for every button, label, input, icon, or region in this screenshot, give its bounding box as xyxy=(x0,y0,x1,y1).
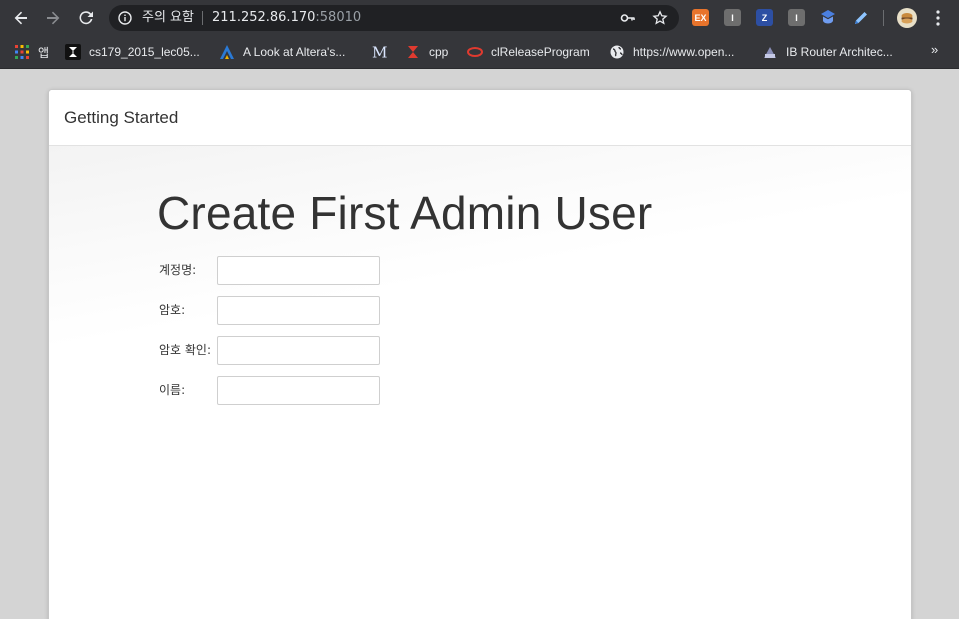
panel-title: Getting Started xyxy=(64,108,179,127)
bookmark-ib-router[interactable]: IB Router Architec... xyxy=(762,43,893,61)
password-row: 암호: xyxy=(159,296,419,326)
ib-router-favicon-icon xyxy=(762,44,778,60)
browser-toolbar: 주의 요함 211.252.86.170:58010 EX I Z I xyxy=(0,0,959,36)
bookmarks-overflow-button[interactable]: » xyxy=(931,42,938,57)
i-extension-icon[interactable]: I xyxy=(724,9,741,26)
bookmark-label: clReleaseProgram xyxy=(491,45,590,59)
confirm-password-row: 암호 확인: xyxy=(159,336,419,366)
bookmark-label: cs179_2015_lec05... xyxy=(89,45,200,59)
apps-grid-icon xyxy=(14,44,30,60)
page-heading: Create First Admin User xyxy=(157,187,653,239)
globe-icon xyxy=(609,44,625,60)
back-button[interactable] xyxy=(9,6,33,30)
i-extension-2-icon[interactable]: I xyxy=(788,9,805,26)
setup-panel: Getting Started Create First Admin User … xyxy=(48,89,912,619)
fullname-input[interactable] xyxy=(217,376,380,405)
info-icon[interactable] xyxy=(118,11,132,25)
forward-button[interactable] xyxy=(41,6,65,30)
profile-icon xyxy=(901,13,913,24)
reload-button[interactable] xyxy=(74,6,98,30)
url-text[interactable]: 211.252.86.170:58010 xyxy=(212,10,361,26)
security-warning[interactable]: 주의 요함 xyxy=(142,10,194,26)
toolbar-divider xyxy=(883,10,884,26)
bookmark-cs179[interactable]: cs179_2015_lec05... xyxy=(65,43,200,61)
bookmarks-bar: 앱 cs179_2015_lec05... A Look at Altera's… xyxy=(0,36,959,69)
username-label: 계정명: xyxy=(159,263,197,277)
url-port: :58010 xyxy=(315,10,362,25)
caltech-favicon-icon xyxy=(65,44,81,60)
bookmark-star-icon[interactable] xyxy=(652,10,668,26)
username-row: 계정명: xyxy=(159,256,419,286)
fullname-label: 이름: xyxy=(159,383,186,397)
bookmark-m[interactable]: M xyxy=(372,43,388,61)
profile-avatar[interactable] xyxy=(897,8,917,28)
highlighter-extension-icon[interactable] xyxy=(852,9,870,27)
cpp-favicon-icon xyxy=(405,44,421,60)
password-label: 암호: xyxy=(159,303,186,317)
password-input[interactable] xyxy=(217,296,380,325)
address-separator xyxy=(202,11,203,25)
url-host: 211.252.86.170 xyxy=(212,10,316,25)
forward-arrow-icon xyxy=(47,11,60,25)
altera-favicon-icon xyxy=(219,44,235,60)
bookmark-label: A Look at Altera's... xyxy=(243,45,346,59)
bookmark-clreleaseprogram[interactable]: clReleaseProgram xyxy=(467,43,590,61)
panel-header: Getting Started xyxy=(49,90,911,146)
bookmark-label: https://www.open... xyxy=(633,45,735,59)
reload-icon xyxy=(79,11,93,25)
panel-body: Create First Admin User 계정명: 암호: 암호 확인: … xyxy=(49,146,911,619)
key-icon[interactable] xyxy=(620,10,636,26)
svg-text:M: M xyxy=(372,44,387,60)
m-favicon-icon: M xyxy=(372,44,388,60)
fullname-row: 이름: xyxy=(159,376,419,406)
bookmark-label: 앱 xyxy=(38,45,50,60)
confirm-password-label: 암호 확인: xyxy=(159,343,212,357)
back-arrow-icon xyxy=(14,11,27,25)
zotero-extension-icon[interactable]: Z xyxy=(756,9,773,26)
page-content: Getting Started Create First Admin User … xyxy=(0,69,959,619)
bookmark-apps[interactable]: 앱 xyxy=(14,43,49,61)
bookmark-altera[interactable]: A Look at Altera's... xyxy=(219,43,345,61)
address-bar[interactable]: 주의 요함 211.252.86.170:58010 xyxy=(109,5,679,31)
menu-kebab-icon[interactable] xyxy=(936,10,940,26)
bookmark-label: IB Router Architec... xyxy=(786,45,893,59)
bookmark-cpp[interactable]: cpp xyxy=(405,43,448,61)
shield-extension-icon[interactable] xyxy=(819,9,837,27)
oracle-favicon-icon xyxy=(467,44,483,60)
username-input[interactable] xyxy=(217,256,380,285)
confirm-password-input[interactable] xyxy=(217,336,380,365)
bookmark-label: cpp xyxy=(429,45,449,59)
bookmark-https-open[interactable]: https://www.open... xyxy=(609,43,734,61)
ex-extension-icon[interactable]: EX xyxy=(692,9,709,26)
